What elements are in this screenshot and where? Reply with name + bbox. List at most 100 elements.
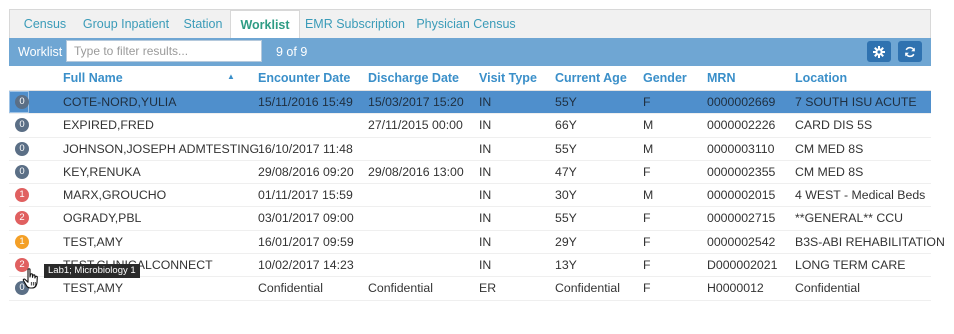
- col-mrn[interactable]: MRN: [707, 66, 735, 90]
- cell-encounter-date: 10/02/2017 14:23: [258, 258, 354, 273]
- sort-ascending-icon[interactable]: ▲: [227, 66, 235, 88]
- notification-badge[interactable]: 1: [15, 234, 29, 249]
- cell-mrn: 0000002715: [707, 211, 776, 226]
- filter-input[interactable]: [66, 40, 262, 62]
- cell-current-age: 55Y: [555, 141, 577, 156]
- notification-badge[interactable]: 0: [15, 141, 29, 156]
- cell-visit-type: IN: [479, 164, 492, 179]
- cell-mrn: 0000002015: [707, 188, 776, 203]
- table-header: Full Name ▲ Encounter Date Discharge Dat…: [9, 66, 931, 91]
- table-row[interactable]: 0 KEY,RENUKA 29/08/2016 09:20 29/08/2016 13…: [9, 161, 931, 185]
- cell-full-name: TEST,AMY: [63, 234, 124, 249]
- cell-location: 4 WEST - Medical Beds: [795, 188, 926, 203]
- cell-location: **GENERAL** CCU: [795, 211, 903, 226]
- cell-encounter-date: 15/11/2016 15:49: [258, 95, 353, 109]
- refresh-icon: [905, 46, 915, 57]
- cell-encounter-date: 16/01/2017 09:59: [258, 234, 354, 249]
- cell-mrn: 0000002669: [707, 95, 776, 109]
- cell-gender: M: [643, 118, 654, 133]
- cell-gender: F: [643, 281, 651, 296]
- cell-mrn: H0000012: [707, 281, 764, 296]
- cell-mrn: 0000002542: [707, 234, 776, 249]
- cell-full-name: OGRADY,PBL: [63, 211, 142, 226]
- col-location[interactable]: Location: [795, 66, 847, 90]
- cell-visit-type: IN: [479, 141, 492, 156]
- result-count: 9 of 9: [276, 45, 308, 59]
- cell-encounter-date: 01/11/2017 15:59: [258, 188, 353, 203]
- cell-full-name: EXPIRED,FRED: [63, 118, 154, 133]
- cell-location: CARD DIS 5S: [795, 118, 873, 133]
- tab-group-inpatient[interactable]: Group Inpatient: [76, 10, 176, 39]
- table-row[interactable]: 0 JOHNSON,JOSEPH ADMTESTING 16/10/2017 11:…: [9, 138, 931, 161]
- settings-button[interactable]: [867, 41, 891, 62]
- cell-location: CM MED 8S: [795, 141, 864, 156]
- col-gender[interactable]: Gender: [643, 66, 687, 90]
- notification-badge[interactable]: 0: [15, 164, 29, 179]
- table-body: 0 COTE-NORD,YULIA 15/11/2016 15:49 15/03/20…: [9, 91, 945, 301]
- col-encounter-date[interactable]: Encounter Date: [258, 66, 350, 90]
- cell-gender: F: [643, 258, 651, 273]
- worklist-app: Census Group Inpatient Station Worklist …: [9, 9, 945, 305]
- cell-discharge-date: 15/03/2017 15:20: [368, 95, 464, 109]
- notification-badge[interactable]: 1: [15, 188, 29, 203]
- toolbar-title: Worklist: [18, 45, 63, 59]
- cell-full-name: COTE-NORD,YULIA: [63, 95, 177, 109]
- cell-full-name: TEST,AMY: [63, 281, 124, 296]
- cell-current-age: 30Y: [555, 188, 577, 203]
- table-row[interactable]: 0 EXPIRED,FRED 27/11/2015 00:00 IN 66Y M 00000…: [9, 114, 931, 138]
- cell-current-age: Confidential: [555, 281, 620, 296]
- table-row[interactable]: 0 TEST,AMY Confidential Confidential ER Confi…: [9, 277, 931, 301]
- notification-badge[interactable]: 0: [15, 118, 29, 133]
- cell-gender: F: [643, 164, 651, 179]
- cell-mrn: 0000002226: [707, 118, 776, 133]
- cell-visit-type: IN: [479, 118, 492, 133]
- cell-current-age: 55Y: [555, 95, 577, 109]
- tab-census[interactable]: Census: [16, 10, 74, 39]
- cell-discharge-date: 27/11/2015 00:00: [368, 118, 463, 133]
- cell-encounter-date: 03/01/2017 09:00: [258, 211, 354, 226]
- cell-mrn: 0000002355: [707, 164, 776, 179]
- cell-discharge-date: 29/08/2016 13:00: [368, 164, 464, 179]
- cell-full-name: JOHNSON,JOSEPH ADMTESTING: [63, 141, 260, 156]
- cell-mrn: D000002021: [707, 258, 778, 273]
- table-row[interactable]: 1 MARX,GROUCHO 01/11/2017 15:59 IN 30Y M 00000…: [9, 184, 931, 208]
- cell-location: 7 SOUTH ISU ACUTE: [795, 95, 917, 109]
- cell-gender: M: [643, 188, 654, 203]
- cell-current-age: 13Y: [555, 258, 577, 273]
- cell-mrn: 0000003110: [707, 141, 775, 156]
- cell-gender: F: [643, 95, 651, 109]
- cell-encounter-date: Confidential: [258, 281, 323, 296]
- tab-station[interactable]: Station: [176, 10, 230, 39]
- cell-location: B3S-ABI REHABILITATION: [795, 234, 945, 249]
- cell-visit-type: IN: [479, 95, 492, 109]
- cell-encounter-date: 29/08/2016 09:20: [258, 164, 354, 179]
- cell-location: CM MED 8S: [795, 164, 864, 179]
- tab-physician-census[interactable]: Physician Census: [414, 10, 518, 39]
- tab-emr-subscription[interactable]: EMR Subscription: [302, 10, 408, 39]
- worklist-toolbar: Worklist 9 of 9: [9, 38, 931, 66]
- badge-tooltip: Lab1; Microbiology 1: [44, 264, 140, 278]
- col-full-name[interactable]: Full Name: [63, 66, 123, 90]
- cell-visit-type: IN: [479, 258, 492, 273]
- cell-full-name: KEY,RENUKA: [63, 164, 141, 179]
- col-current-age[interactable]: Current Age: [555, 66, 627, 90]
- cell-visit-type: IN: [479, 211, 492, 226]
- table-row[interactable]: 0 COTE-NORD,YULIA 15/11/2016 15:49 15/03/20…: [9, 91, 931, 115]
- notification-badge[interactable]: 0: [15, 95, 29, 109]
- cell-encounter-date: 16/10/2017 11:48: [258, 141, 353, 156]
- notification-badge[interactable]: 2: [15, 211, 29, 226]
- col-visit-type[interactable]: Visit Type: [479, 66, 537, 90]
- worklist-table: Full Name ▲ Encounter Date Discharge Dat…: [9, 66, 945, 301]
- refresh-button[interactable]: [898, 41, 922, 62]
- cell-gender: F: [643, 211, 651, 226]
- table-row[interactable]: 2 OGRADY,PBL 03/01/2017 09:00 IN 55Y F 0000002…: [9, 207, 931, 231]
- cell-location: Confidential: [795, 281, 860, 296]
- tab-bar: Census Group Inpatient Station Worklist …: [9, 9, 931, 40]
- col-discharge-date[interactable]: Discharge Date: [368, 66, 459, 90]
- table-row[interactable]: 2TEST,CLINICALCONNECT10/02/2017 14:23IN1…: [9, 254, 931, 278]
- table-row[interactable]: 1 TEST,AMY 16/01/2017 09:59 IN 29Y F 000000254…: [9, 231, 945, 255]
- cell-visit-type: ER: [479, 281, 497, 296]
- cell-gender: M: [643, 141, 654, 156]
- cell-current-age: 47Y: [555, 164, 577, 179]
- tab-worklist[interactable]: Worklist: [230, 10, 300, 40]
